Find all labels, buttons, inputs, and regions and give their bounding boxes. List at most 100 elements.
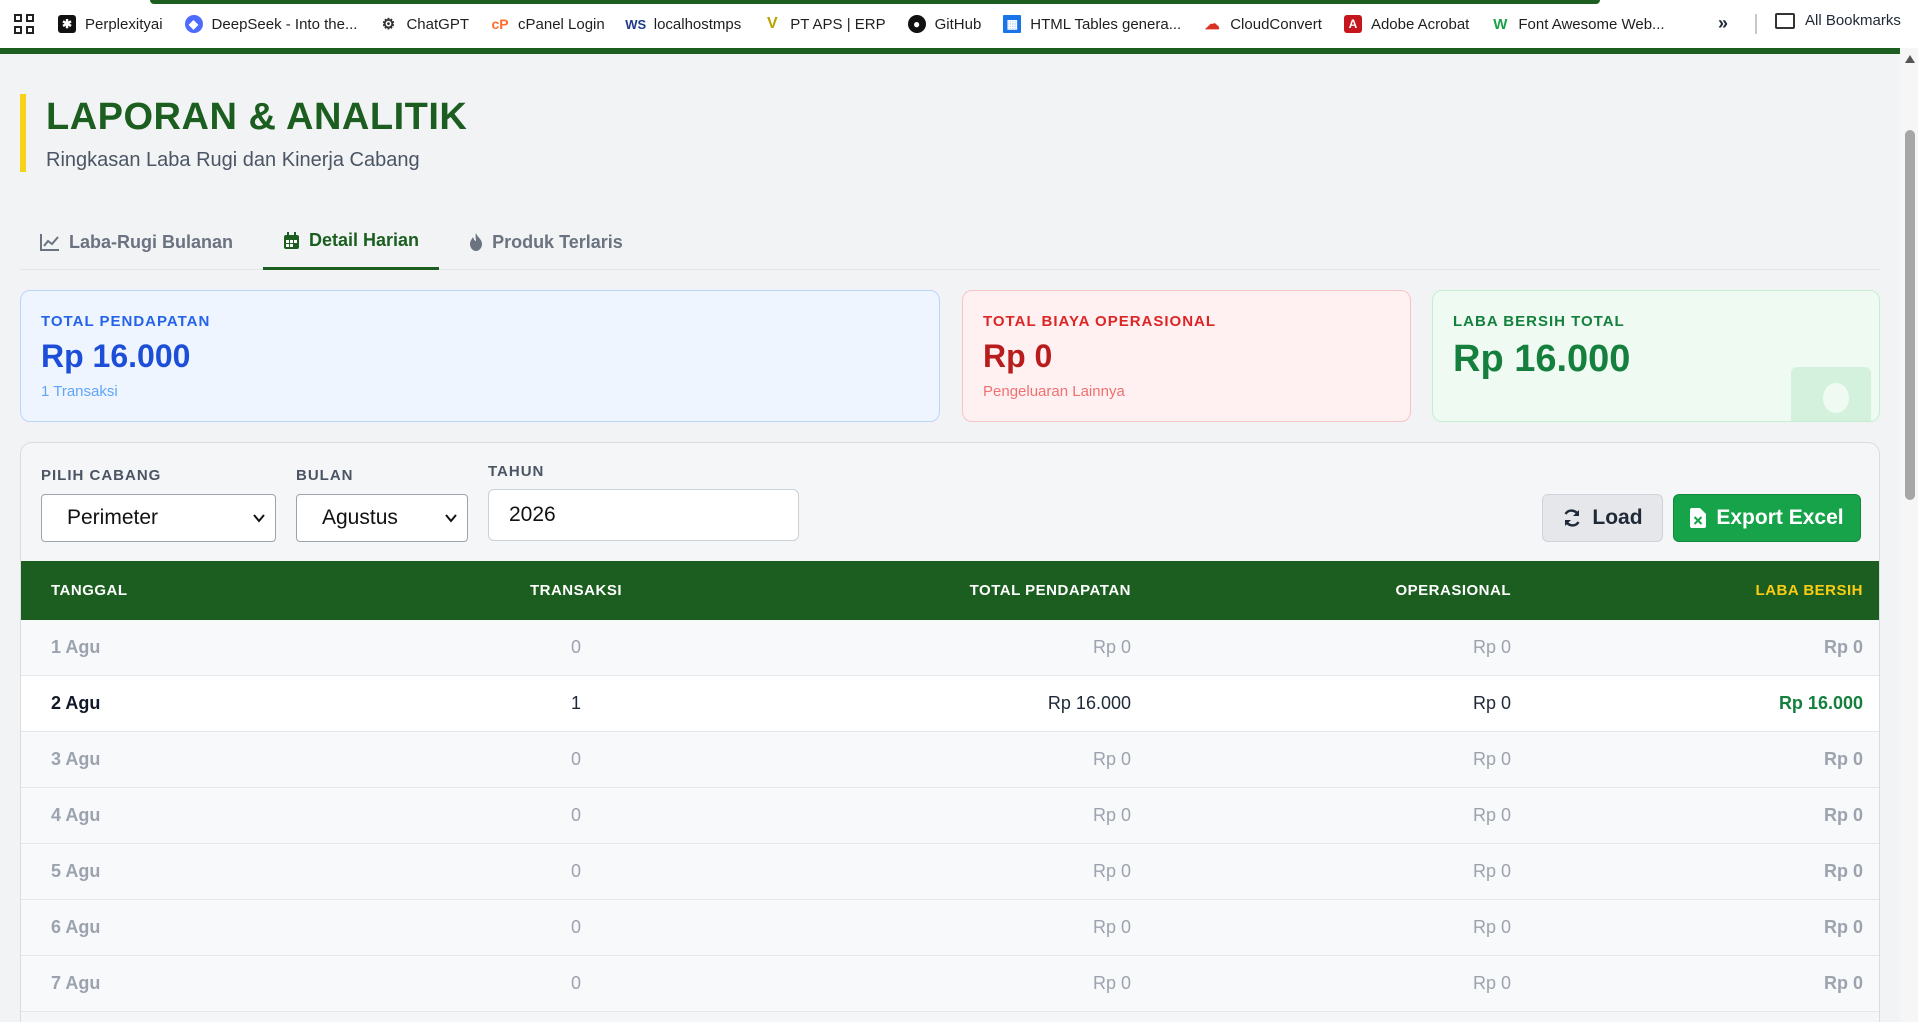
cell-revenue: Rp 0 (1092, 805, 1131, 825)
cell-transactions: 0 (570, 861, 581, 881)
bookmark-label: Font Awesome Web... (1518, 15, 1665, 33)
acrobat-icon: A (1343, 15, 1362, 33)
cell-revenue: Rp 0 (1092, 917, 1131, 937)
github-icon: ● (907, 15, 926, 33)
bookmark-localhost[interactable]: WS localhostmps (625, 15, 742, 33)
table-row: 2 Agu 1 Rp 16.000 Rp 0 Rp 16.000 (21, 676, 1879, 732)
load-label: Load (1592, 506, 1643, 529)
year-input-value: 2026 (509, 503, 556, 526)
table-row: 3 Agu 0 Rp 0 Rp 0 Rp 0 (21, 732, 1879, 788)
fontawesome-icon: W (1493, 15, 1508, 33)
cell-opex: Rp 0 (1472, 973, 1511, 993)
card-label: LABA BERSIH TOTAL (1453, 313, 1625, 330)
cell-revenue: Rp 0 (1092, 973, 1131, 993)
bookmark-label: PT APS | ERP (790, 15, 886, 33)
bookmark-cpanel[interactable]: cP cPanel Login (491, 15, 605, 33)
cell-revenue: Rp 0 (1092, 749, 1131, 769)
bookmark-perplexity[interactable]: ✱ Perplexityai (58, 15, 163, 33)
bookmark-label: CloudConvert (1230, 15, 1322, 33)
bookmark-fontawesome[interactable]: W Font Awesome Web... (1491, 15, 1664, 33)
card-label: TOTAL BIAYA OPERASIONAL (983, 313, 1217, 330)
cell-net: Rp 0 (1823, 637, 1863, 657)
bookmark-chatgpt[interactable]: ⚙ ChatGPT (379, 15, 469, 34)
bookmark-label: ChatGPT (406, 15, 469, 33)
cell-date: 5 Agu (51, 861, 101, 881)
bookmark-label: cPanel Login (518, 15, 605, 33)
tab-laba-rugi-bulanan[interactable]: Laba-Rugi Bulanan (20, 214, 253, 270)
branch-select-value: Perimeter (67, 506, 159, 529)
cell-transactions: 0 (570, 805, 581, 825)
net-profit-card: LABA BERSIH TOTAL Rp 16.000 (1432, 290, 1880, 422)
cell-opex: Rp 0 (1472, 693, 1511, 713)
money-bill-icon (1791, 367, 1871, 421)
file-excel-icon (1690, 508, 1707, 528)
page-title: LAPORAN & ANALITIK (46, 96, 468, 138)
v-logo-icon: V (766, 15, 778, 32)
bookmark-label: DeepSeek - Into the... (211, 15, 358, 33)
cell-date: 2 Agu (51, 693, 101, 713)
cell-revenue: Rp 0 (1092, 861, 1131, 881)
cell-date: 7 Agu (51, 973, 101, 993)
load-button[interactable]: Load (1542, 494, 1663, 542)
table-row: 4 Agu 0 Rp 0 Rp 0 Rp 0 (21, 788, 1879, 844)
bookmark-label: HTML Tables genera... (1030, 15, 1182, 33)
card-label: TOTAL PENDAPATAN (41, 313, 211, 330)
bookmark-deepseek[interactable]: ◆ DeepSeek - Into the... (184, 15, 358, 33)
chatgpt-icon: ⚙ (381, 16, 396, 33)
chevron-down-icon (445, 514, 457, 523)
branch-label: PILIH CABANG (41, 467, 162, 484)
scrollbar-thumb[interactable] (1905, 130, 1915, 500)
chart-line-icon (40, 234, 59, 251)
bookmark-label: localhostmps (653, 15, 742, 33)
header-total-pendapatan: TOTAL PENDAPATAN (969, 582, 1131, 599)
table-row: 7 Agu 0 Rp 0 Rp 0 Rp 0 (21, 956, 1879, 1012)
tab-detail-harian[interactable]: Detail Harian (263, 214, 440, 270)
tab-label: Laba-Rugi Bulanan (69, 231, 234, 252)
bookmarks-bar: ✱ Perplexityai ◆ DeepSeek - Into the... … (0, 0, 1918, 48)
card-value: Rp 16.000 (41, 338, 191, 374)
header-laba-bersih: LABA BERSIH (1755, 582, 1863, 599)
cell-transactions: 0 (570, 749, 581, 769)
cloud-icon: ☁ (1204, 16, 1220, 33)
scroll-up-arrow-icon[interactable] (1905, 55, 1915, 63)
year-label: TAHUN (488, 463, 545, 480)
total-opex-card: TOTAL BIAYA OPERASIONAL Rp 0 Pengeluaran… (962, 290, 1411, 422)
bookmarks-separator (1755, 14, 1757, 34)
export-excel-button[interactable]: Export Excel (1673, 494, 1861, 542)
cell-date: 6 Agu (51, 917, 101, 937)
header-tanggal: TANGGAL (51, 582, 128, 599)
cell-opex: Rp 0 (1472, 749, 1511, 769)
cpanel-icon: cP (491, 16, 509, 32)
year-input[interactable]: 2026 (488, 489, 799, 541)
cell-net: Rp 0 (1823, 917, 1863, 937)
calendar-icon (284, 231, 300, 249)
cell-opex: Rp 0 (1472, 861, 1511, 881)
more-bookmarks-chevron-icon[interactable]: » (1718, 13, 1728, 34)
table-row: 5 Agu 0 Rp 0 Rp 0 Rp 0 (21, 844, 1879, 900)
cell-date: 1 Agu (51, 637, 101, 657)
month-select[interactable]: Agustus (296, 494, 468, 542)
bookmark-erp[interactable]: V PT APS | ERP (763, 15, 886, 33)
bookmark-acrobat[interactable]: A Adobe Acrobat (1343, 15, 1469, 33)
tab-produk-terlaris[interactable]: Produk Terlaris (449, 214, 643, 270)
table-row: 1 Agu 0 Rp 0 Rp 0 Rp 0 (21, 620, 1879, 676)
table-header: TANGGAL TRANSAKSI TOTAL PENDAPATAN OPERA… (21, 561, 1879, 620)
cell-net: Rp 0 (1823, 973, 1863, 993)
month-select-value: Agustus (322, 506, 398, 529)
cell-opex: Rp 0 (1472, 637, 1511, 657)
cell-date: 3 Agu (51, 749, 101, 769)
all-bookmarks-button[interactable]: All Bookmarks (1775, 12, 1901, 29)
branch-select[interactable]: Perimeter (41, 494, 276, 542)
bookmark-github[interactable]: ● GitHub (907, 15, 981, 33)
header-accent-line (0, 48, 1900, 54)
chevron-down-icon (253, 514, 265, 523)
bookmark-html-tables[interactable]: ▦ HTML Tables genera... (1003, 15, 1181, 33)
header-operasional: OPERASIONAL (1395, 582, 1511, 599)
bookmark-cloudconvert[interactable]: ☁ CloudConvert (1203, 15, 1322, 34)
export-label: Export Excel (1716, 506, 1844, 529)
cell-net: Rp 0 (1823, 805, 1863, 825)
header-transaksi: TRANSAKSI (529, 582, 622, 599)
table-icon: ▦ (1003, 15, 1022, 33)
apps-grid-icon[interactable] (14, 14, 34, 34)
top-accent-bar (150, 0, 1600, 4)
